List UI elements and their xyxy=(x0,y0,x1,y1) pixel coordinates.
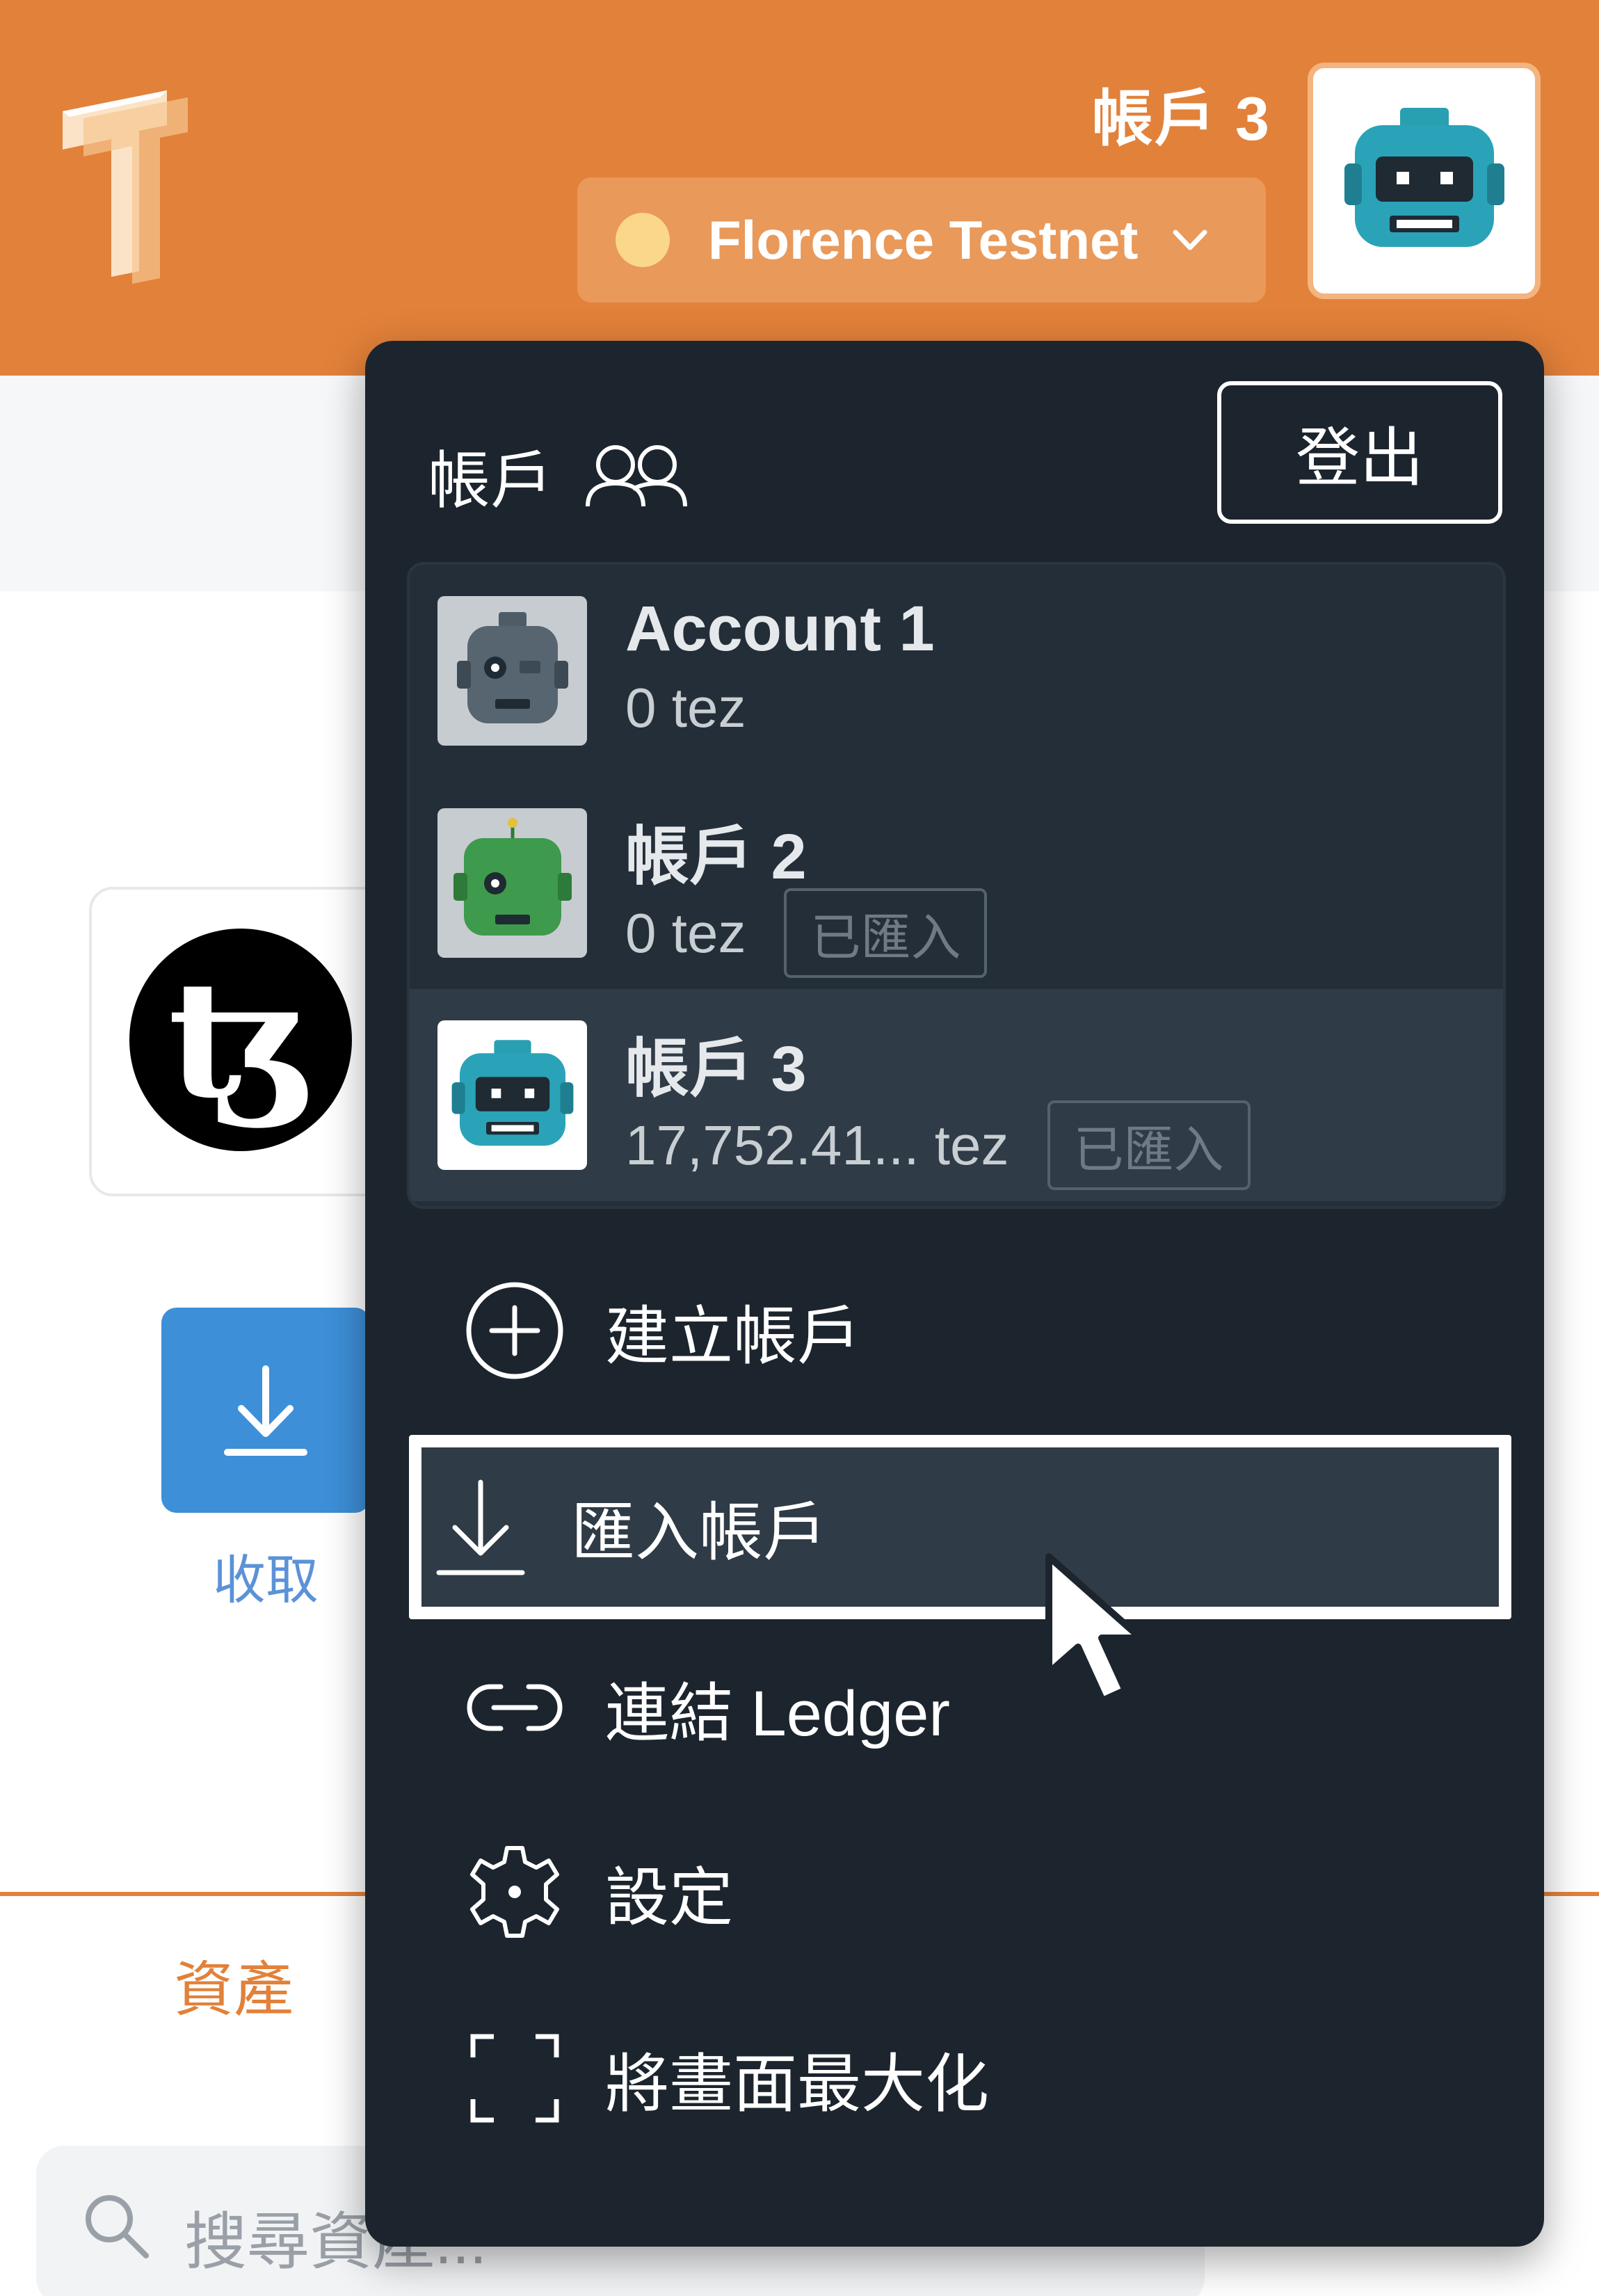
account-item-3[interactable]: 帳戶 3 17,752.41... tez 已匯入 xyxy=(410,989,1503,1201)
account-item-1[interactable]: Account 1 0 tez xyxy=(410,565,1503,777)
account-balance: 0 tez xyxy=(625,676,746,740)
app-header: 帳戶 3 Florence Testnet xyxy=(0,0,1599,376)
account-item-2[interactable]: 帳戶 2 0 tez 已匯入 xyxy=(410,777,1503,989)
account-name: 帳戶 3 xyxy=(625,1034,807,1105)
tezos-logo: ꜩ xyxy=(129,929,352,1151)
menu-item-connect-ledger[interactable]: 連結 Ledger xyxy=(407,1624,1506,1791)
menu-item-label: 設定 xyxy=(605,1862,734,1934)
network-status-dot xyxy=(616,213,670,267)
account-name: 帳戶 2 xyxy=(625,821,807,892)
menu-item-label: 建立帳戶 xyxy=(605,1301,862,1372)
account-avatar xyxy=(437,596,587,746)
menu-title: 帳戶 xyxy=(428,430,692,520)
robot-avatar-icon xyxy=(456,611,568,723)
receive-button[interactable] xyxy=(161,1308,370,1513)
menu-item-create-account[interactable]: 建立帳戶 xyxy=(407,1247,1506,1414)
imported-badge: 已匯入 xyxy=(1047,1100,1251,1190)
download-icon xyxy=(224,1365,307,1456)
current-account-name: 帳戶 3 xyxy=(1091,84,1271,153)
account-balance-value: 0 tez xyxy=(625,901,746,964)
account-name: Account 1 xyxy=(625,593,935,664)
chevron-down-icon xyxy=(1173,230,1207,250)
network-selector[interactable]: Florence Testnet xyxy=(577,177,1266,303)
temple-logo[interactable] xyxy=(56,83,202,285)
menu-item-label: 連結 Ledger xyxy=(605,1678,951,1749)
account-balance-value: 17,752.41... tez xyxy=(625,1114,1009,1176)
mouse-cursor-icon xyxy=(1045,1553,1144,1704)
account-balance: 0 tez 已匯入 xyxy=(625,888,988,978)
plus-circle-icon xyxy=(463,1278,567,1383)
maximize-icon xyxy=(463,2026,567,2130)
tab-assets[interactable]: 資產 xyxy=(174,1941,294,2028)
link-icon xyxy=(463,1655,567,1760)
account-avatar xyxy=(437,808,587,958)
download-icon xyxy=(428,1475,533,1580)
menu-title-label: 帳戶 xyxy=(428,447,553,516)
account-avatar-button[interactable] xyxy=(1308,63,1541,299)
menu-item-settings[interactable]: 設定 xyxy=(407,1808,1506,1975)
imported-badge: 已匯入 xyxy=(784,888,988,978)
menu-item-label: 將畫面最大化 xyxy=(605,2048,990,2120)
logout-button[interactable]: 登出 xyxy=(1217,381,1502,524)
account-list: Account 1 0 tez 帳戶 2 0 tez 已匯入 帳戶 3 17,7… xyxy=(407,562,1506,1209)
robot-avatar-icon xyxy=(1344,108,1504,247)
menu-item-import-account[interactable]: 匯入帳戶 xyxy=(409,1435,1511,1619)
gear-icon xyxy=(463,1840,567,1944)
account-balance-value: 0 tez xyxy=(625,677,746,739)
search-icon xyxy=(86,2195,149,2258)
menu-item-maximize[interactable]: 將畫面最大化 xyxy=(407,1995,1506,2162)
account-avatar xyxy=(437,1020,587,1170)
network-label: Florence Testnet xyxy=(708,209,1139,271)
menu-item-label: 匯入帳戶 xyxy=(571,1498,828,1568)
account-balance: 17,752.41... tez 已匯入 xyxy=(625,1100,1251,1190)
robot-avatar-icon xyxy=(453,817,572,936)
people-icon xyxy=(586,445,687,507)
receive-label: 收取 xyxy=(213,1551,319,1610)
robot-avatar-icon xyxy=(451,1039,573,1146)
